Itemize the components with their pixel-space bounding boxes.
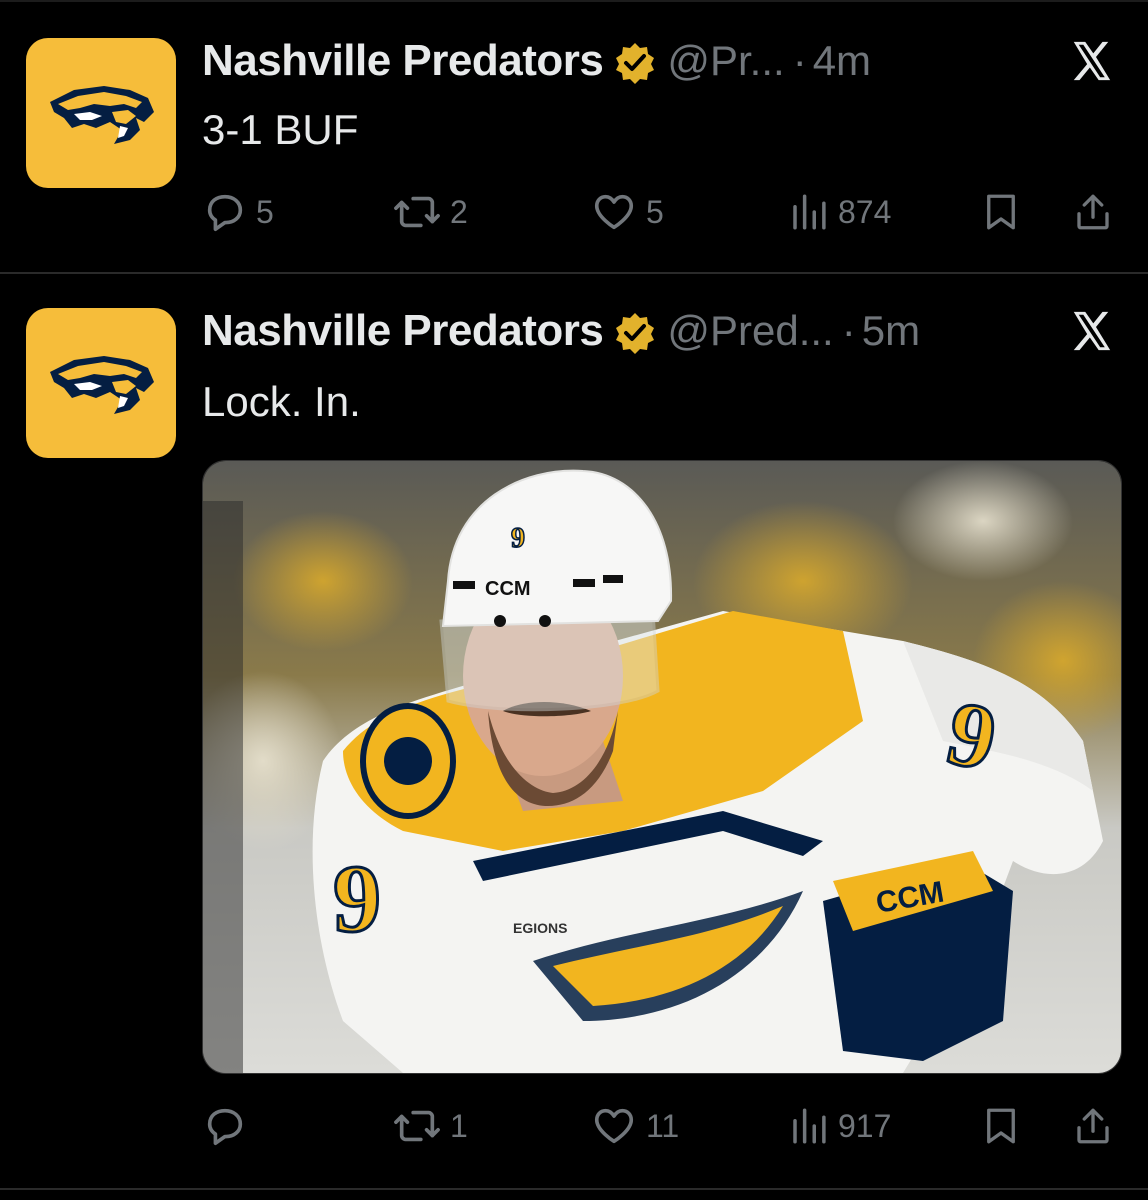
- repost-count: 2: [450, 193, 468, 230]
- helmet-brand: CCM: [485, 578, 531, 600]
- timestamp[interactable]: 4m: [813, 37, 871, 85]
- tweet-header: Nashville Predators @Pred... · 5m: [202, 306, 920, 356]
- author-name[interactable]: Nashville Predators: [202, 36, 604, 86]
- bookmark-button[interactable]: [980, 1096, 1022, 1156]
- share-icon: [1077, 194, 1109, 230]
- author-handle[interactable]: @Pred...: [667, 307, 833, 355]
- hockey-player-photo: 9 9 CCM EGIONS CCM 9: [203, 461, 1121, 1073]
- tweet-text: 3-1 BUF: [202, 106, 359, 153]
- repost-icon: [394, 196, 440, 228]
- like-button[interactable]: 5: [590, 182, 664, 242]
- reply-button[interactable]: [202, 1096, 256, 1156]
- repost-button[interactable]: 2: [392, 182, 468, 242]
- repost-count: 1: [450, 1107, 468, 1144]
- views-chart-icon: [793, 194, 826, 230]
- avatar[interactable]: [26, 38, 176, 188]
- author-name[interactable]: Nashville Predators: [202, 306, 604, 356]
- views-button[interactable]: 917: [788, 1096, 891, 1156]
- repost-icon: [394, 1110, 440, 1142]
- bookmark-button[interactable]: [980, 182, 1022, 242]
- share-button[interactable]: [1072, 1096, 1114, 1156]
- bookmark-icon: [987, 1108, 1015, 1144]
- views-count: 874: [838, 193, 892, 230]
- share-button[interactable]: [1072, 182, 1114, 242]
- avatar[interactable]: [26, 308, 176, 458]
- action-bar: 5 2 5 874: [0, 182, 1148, 242]
- predators-logo-icon: [50, 86, 154, 144]
- views-chart-icon: [793, 1108, 826, 1144]
- jersey-sponsor: EGIONS: [513, 920, 567, 936]
- like-count: 11: [646, 1107, 680, 1144]
- like-button[interactable]: 11: [590, 1096, 679, 1156]
- x-logo-icon[interactable]: [1068, 308, 1114, 354]
- views-button[interactable]: 874: [788, 182, 891, 242]
- helmet-number: 9: [511, 523, 525, 554]
- reply-count: 5: [256, 193, 274, 230]
- verified-badge-icon: [616, 43, 655, 84]
- tweet[interactable]: Nashville Predators @Pred... · 5m Lock. …: [0, 274, 1148, 1200]
- timestamp[interactable]: 5m: [862, 307, 920, 355]
- heart-icon: [594, 1108, 634, 1144]
- share-icon: [1077, 1108, 1109, 1144]
- action-bar: 1 11 917: [0, 1096, 1148, 1156]
- views-count: 917: [838, 1107, 892, 1144]
- reply-icon: [207, 194, 243, 232]
- reply-button[interactable]: 5: [202, 182, 274, 242]
- jersey-number: 9: [333, 845, 381, 952]
- verified-badge-icon: [616, 313, 655, 354]
- tweet-media-photo[interactable]: 9 9 CCM EGIONS CCM 9: [202, 460, 1122, 1074]
- separator-dot: ·: [792, 37, 807, 84]
- tweet[interactable]: Nashville Predators @Pr... · 4m 3-1 BUF …: [0, 0, 1148, 272]
- like-count: 5: [646, 193, 664, 230]
- tweet-text: Lock. In.: [202, 378, 361, 425]
- author-handle[interactable]: @Pr...: [667, 37, 784, 85]
- x-logo-icon[interactable]: [1068, 38, 1114, 84]
- reply-icon: [207, 1108, 243, 1146]
- repost-button[interactable]: 1: [392, 1096, 468, 1156]
- tweet-header: Nashville Predators @Pr... · 4m: [202, 36, 871, 86]
- tweet-divider: [0, 1188, 1148, 1190]
- predators-logo-icon: [50, 356, 154, 414]
- heart-icon: [594, 194, 634, 230]
- separator-dot: ·: [841, 307, 856, 354]
- bookmark-icon: [987, 194, 1015, 230]
